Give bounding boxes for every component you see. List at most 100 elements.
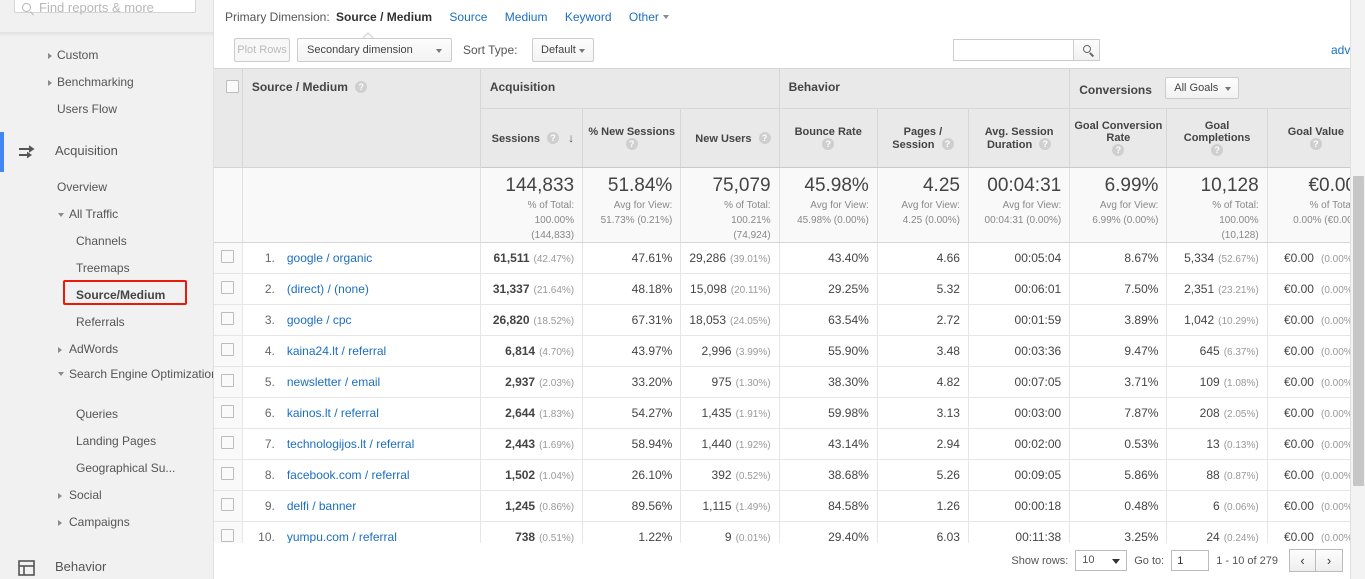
sidebar-item-landing-pages[interactable]: Landing Pages [0, 428, 213, 455]
sidebar-item-treemaps[interactable]: Treemaps [0, 255, 213, 282]
cell-value: 1,440 [701, 437, 732, 451]
sidebar-item-overview[interactable]: Overview [0, 174, 213, 201]
table-row[interactable]: 2. (direct) / (none) 31,337 (21.64%) 48.18% 1… [214, 273, 1365, 305]
help-icon[interactable]: ? [1112, 143, 1125, 156]
table-row[interactable]: 4. kaina24.lt / referral 6,814 (4.70%) 43.97… [214, 335, 1365, 367]
sidebar-item-queries[interactable]: Queries [0, 401, 213, 428]
previous-page-button[interactable]: ‹ [1289, 549, 1316, 572]
row-select-cell[interactable] [214, 490, 243, 522]
row-dimension-link[interactable]: technologijos.lt / referral [287, 437, 414, 451]
sidebar-item-search-engine-optimization[interactable]: Search Engine Optimization [0, 363, 213, 401]
column-header-pages-per-session[interactable]: Pages / Session ? [877, 108, 969, 168]
dimension-link-keyword[interactable]: Keyword [565, 10, 612, 24]
row-checkbox[interactable] [221, 529, 235, 542]
sidebar-item-campaigns[interactable]: Campaigns [0, 509, 213, 536]
dimension-link-medium[interactable]: Medium [505, 10, 548, 24]
table-row[interactable]: 7. technologijos.lt / referral 2,443 (1.69%… [214, 428, 1365, 460]
show-rows-select[interactable]: 10 [1075, 550, 1128, 571]
help-icon[interactable]: ? [625, 137, 638, 150]
row-dimension-link[interactable]: kaina24.lt / referral [287, 344, 386, 358]
row-checkbox[interactable] [221, 281, 235, 294]
row-select-cell[interactable] [214, 242, 243, 274]
column-header-new-users[interactable]: New Users ? [680, 108, 780, 168]
cell-percent: (0.06%) [1223, 502, 1259, 513]
search-input[interactable] [39, 0, 184, 15]
table-row[interactable]: 9. delfi / banner 1,245 (0.86%) 89.56% 1,115(… [214, 490, 1365, 522]
goto-page-input[interactable] [1171, 550, 1210, 571]
secondary-dimension-dropdown[interactable]: Secondary dimension [297, 38, 452, 62]
sidebar-item-channels[interactable]: Channels [0, 228, 213, 255]
sidebar-item-social[interactable]: Social [0, 482, 213, 509]
table-search-button[interactable] [1073, 39, 1100, 61]
table-row[interactable]: 8. facebook.com / referral 1,502 (1.04%) 26.… [214, 459, 1365, 491]
select-all-cell[interactable] [214, 68, 243, 168]
table-row[interactable]: 3. google / cpc 26,820 (18.52%) 67.31% 18,053… [214, 304, 1365, 336]
help-icon[interactable]: ? [941, 137, 954, 150]
help-icon[interactable]: ? [822, 137, 835, 150]
row-select-cell[interactable] [214, 428, 243, 460]
column-label: Goal Value [1287, 125, 1344, 138]
table-search-input[interactable] [954, 40, 1074, 60]
column-header-goal-conversion-rate[interactable]: Goal Conversion Rate ? [1069, 108, 1168, 168]
sidebar-section-behavior[interactable]: Behavior [0, 552, 213, 579]
row-checkbox[interactable] [221, 374, 235, 387]
row-checkbox[interactable] [221, 312, 235, 325]
table-row[interactable]: 5. newsletter / email 2,937 (2.03%) 33.20% 97… [214, 366, 1365, 398]
table-row[interactable]: 1. google / organic 61,511 (42.47%) 47.61% 29… [214, 242, 1365, 274]
sidebar-item-benchmarking[interactable]: Benchmarking [0, 69, 213, 96]
help-icon[interactable]: ? [1039, 137, 1052, 150]
find-reports-search[interactable] [14, 0, 196, 15]
sidebar-item-adwords[interactable]: AdWords [0, 336, 213, 363]
column-header-goal-completions[interactable]: Goal Completions ? [1166, 108, 1268, 168]
column-header-avg-session-duration[interactable]: Avg. Session Duration ? [968, 108, 1071, 168]
page-scrollbar[interactable] [1350, 0, 1365, 579]
row-select-cell[interactable] [214, 397, 243, 429]
dimension-link-other[interactable]: Other [629, 10, 669, 24]
sidebar-section-acquisition[interactable]: Acquisition [0, 132, 213, 172]
sidebar-item-users-flow[interactable]: Users Flow [0, 96, 213, 123]
column-header-bounce-rate[interactable]: Bounce Rate ? [779, 108, 878, 168]
row-checkbox[interactable] [221, 250, 235, 263]
sidebar-item-referrals[interactable]: Referrals [0, 309, 213, 336]
help-icon[interactable]: ? [1309, 137, 1322, 150]
row-dimension-link[interactable]: delfi / banner [287, 499, 356, 513]
sidebar-item-geographical-summary[interactable]: Geographical Su... [0, 455, 213, 482]
column-header-percent-new-sessions[interactable]: % New Sessions ? [582, 108, 682, 168]
help-icon[interactable]: ? [758, 131, 771, 144]
row-dimension-link[interactable]: google / organic [287, 251, 372, 265]
help-icon[interactable]: ? [1211, 143, 1224, 156]
cell-pages-per-session: 3.48 [877, 335, 969, 367]
table-search-box[interactable] [953, 39, 1100, 61]
dimension-link-source[interactable]: Source [449, 10, 487, 24]
sort-type-dropdown[interactable]: Default [532, 38, 594, 62]
row-select-cell[interactable] [214, 273, 243, 305]
help-icon[interactable]: ? [355, 81, 368, 93]
scrollbar-thumb[interactable] [1353, 176, 1364, 486]
row-select-cell[interactable] [214, 459, 243, 491]
row-dimension-link[interactable]: google / cpc [287, 313, 352, 327]
row-dimension-link[interactable]: kainos.lt / referral [287, 406, 379, 420]
row-select-cell[interactable] [214, 304, 243, 336]
row-checkbox[interactable] [221, 436, 235, 449]
row-dimension-link[interactable]: newsletter / email [287, 375, 380, 389]
row-dimension-link[interactable]: yumpu.com / referral [287, 530, 397, 544]
row-checkbox[interactable] [221, 343, 235, 356]
sidebar-item-source-medium[interactable]: Source/Medium [0, 282, 213, 309]
table-row[interactable]: 6. kainos.lt / referral 2,644 (1.83%) 54.27%… [214, 397, 1365, 429]
help-icon[interactable]: ? [547, 132, 560, 144]
column-header-sessions[interactable]: Sessions ? ↓ [480, 108, 584, 168]
row-dimension-link[interactable]: facebook.com / referral [287, 468, 410, 482]
sidebar-item-all-traffic[interactable]: All Traffic [0, 201, 213, 228]
dimension-column-header[interactable]: Source / Medium ? [242, 68, 481, 168]
row-select-cell[interactable] [214, 335, 243, 367]
row-checkbox[interactable] [221, 405, 235, 418]
row-checkbox[interactable] [221, 467, 235, 480]
row-checkbox[interactable] [221, 498, 235, 511]
plot-rows-button[interactable]: Plot Rows [234, 38, 290, 62]
row-select-cell[interactable] [214, 366, 243, 398]
next-page-button[interactable]: › [1316, 549, 1343, 572]
all-goals-dropdown[interactable]: All Goals [1165, 77, 1240, 99]
sidebar-item-custom[interactable]: Custom [0, 42, 213, 69]
select-all-checkbox[interactable] [225, 80, 239, 93]
row-dimension-link[interactable]: (direct) / (none) [287, 282, 369, 296]
